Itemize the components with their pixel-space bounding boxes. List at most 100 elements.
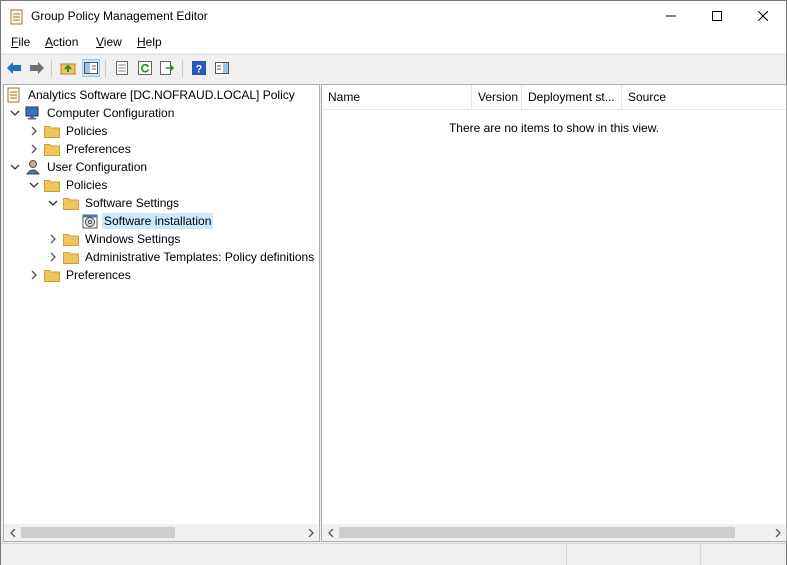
scroll-right-button[interactable] [302, 524, 319, 541]
console-tree-pane: Analytics Software [DC.NOFRAUD.LOCAL] Po… [3, 84, 320, 542]
export-list-icon [160, 61, 175, 75]
toolbar-separator [51, 60, 52, 77]
back-button[interactable] [5, 59, 23, 77]
back-arrow-icon [7, 62, 21, 74]
list-horizontal-scrollbar[interactable] [322, 524, 786, 541]
chevron-down-icon[interactable] [8, 160, 22, 174]
menu-file[interactable]: File [11, 35, 30, 49]
toolbar-separator [182, 60, 183, 77]
window-title: Group Policy Management Editor [31, 9, 208, 23]
chevron-right-icon[interactable] [27, 142, 41, 156]
tree-item-windows-settings[interactable]: Windows Settings [46, 230, 182, 248]
chevron-left-icon [9, 528, 15, 537]
column-header-source[interactable]: Source [622, 85, 786, 109]
tree-horizontal-scrollbar[interactable] [4, 524, 319, 541]
tree-item-user-configuration[interactable]: User Configuration [8, 158, 149, 176]
show-hide-tree-icon [84, 62, 98, 74]
show-hide-action-pane-button[interactable] [213, 59, 231, 77]
minimize-icon [666, 15, 676, 17]
software-installation-icon [82, 213, 98, 229]
folder-icon [63, 195, 79, 211]
tree-label: Analytics Software [DC.NOFRAUD.LOCAL] Po… [28, 88, 295, 102]
chevron-right-icon[interactable] [27, 268, 41, 282]
tree-label: Administrative Templates: Policy definit… [85, 250, 315, 264]
tree-label-selected: Software installation [102, 213, 214, 229]
column-header-deployment-state[interactable]: Deployment st... [522, 85, 622, 109]
folder-icon [63, 249, 79, 265]
folder-icon [44, 141, 60, 157]
user-icon [25, 159, 41, 175]
tree-label: Windows Settings [85, 232, 181, 246]
results-pane: Name Version Deployment st... Source The… [321, 84, 787, 542]
tree-item-computer-configuration[interactable]: Computer Configuration [8, 104, 176, 122]
scrollbar-thumb[interactable] [339, 527, 735, 538]
computer-icon [25, 105, 41, 121]
tree-label: Software Settings [85, 196, 180, 210]
close-button[interactable] [740, 1, 786, 31]
tree-label: Preferences [66, 268, 131, 282]
scrollbar-thumb[interactable] [21, 527, 175, 538]
maximize-button[interactable] [694, 1, 740, 31]
menu-view[interactable]: View [96, 35, 122, 49]
tree-item-software-settings[interactable]: Software Settings [46, 194, 181, 212]
up-folder-icon [60, 63, 76, 75]
help-button[interactable]: ? [190, 59, 208, 77]
close-icon [758, 11, 768, 21]
chevron-right-icon[interactable] [46, 250, 60, 264]
tree-label: Policies [66, 178, 108, 192]
forward-button[interactable] [28, 59, 46, 77]
toolbar: ? [1, 54, 786, 82]
help-icon: ? [192, 61, 206, 75]
folder-icon [44, 123, 60, 139]
refresh-icon [138, 61, 152, 75]
maximize-icon [712, 11, 722, 21]
column-header-version[interactable]: Version [472, 85, 522, 109]
menu-help[interactable]: Help [137, 35, 162, 49]
status-cell [700, 544, 787, 565]
column-header-name[interactable]: Name [322, 85, 472, 109]
tree-root-policy[interactable]: Analytics Software [DC.NOFRAUD.LOCAL] Po… [6, 86, 297, 104]
scroll-left-button[interactable] [4, 524, 21, 541]
tree-label: Policies [66, 124, 108, 138]
tree-item-uc-preferences[interactable]: Preferences [27, 266, 133, 284]
tree-item-administrative-templates[interactable]: Administrative Templates: Policy definit… [46, 248, 316, 266]
tree-label: Computer Configuration [47, 106, 175, 120]
scroll-right-button[interactable] [769, 524, 786, 541]
properties-button[interactable] [113, 59, 131, 77]
chevron-left-icon [327, 528, 333, 537]
show-hide-action-pane-icon [215, 62, 229, 74]
menu-bar: File Action View Help [1, 31, 786, 53]
tree-item-software-installation[interactable]: Software installation [65, 212, 214, 230]
menu-action[interactable]: Action [45, 35, 78, 49]
minimize-button[interactable] [648, 1, 694, 31]
chevron-right-icon [775, 528, 781, 537]
tree-item-cc-policies[interactable]: Policies [27, 122, 109, 140]
chevron-right-icon[interactable] [46, 232, 60, 246]
title-bar: Group Policy Management Editor [1, 1, 786, 31]
up-one-level-button[interactable] [59, 59, 77, 77]
folder-icon [63, 231, 79, 247]
chevron-down-icon[interactable] [27, 178, 41, 192]
svg-text:?: ? [196, 64, 203, 76]
folder-icon [44, 267, 60, 283]
export-list-button[interactable] [159, 59, 177, 77]
tree-label: User Configuration [47, 160, 148, 174]
list-header: Name Version Deployment st... Source [322, 85, 786, 110]
show-hide-tree-button[interactable] [82, 59, 100, 77]
chevron-down-icon[interactable] [8, 106, 22, 120]
chevron-right-icon[interactable] [27, 124, 41, 138]
gpo-document-icon [6, 87, 22, 103]
tree-item-uc-policies[interactable]: Policies [27, 176, 109, 194]
chevron-down-icon[interactable] [46, 196, 60, 210]
app-window: Group Policy Management Editor File Acti… [0, 0, 787, 565]
forward-arrow-icon [30, 62, 44, 74]
status-bar [1, 543, 786, 565]
toolbar-separator [105, 60, 106, 77]
chevron-right-icon [308, 528, 314, 537]
scroll-left-button[interactable] [322, 524, 339, 541]
folder-icon [44, 177, 60, 193]
empty-list-message: There are no items to show in this view. [448, 121, 660, 135]
tree-item-cc-preferences[interactable]: Preferences [27, 140, 133, 158]
refresh-button[interactable] [136, 59, 154, 77]
